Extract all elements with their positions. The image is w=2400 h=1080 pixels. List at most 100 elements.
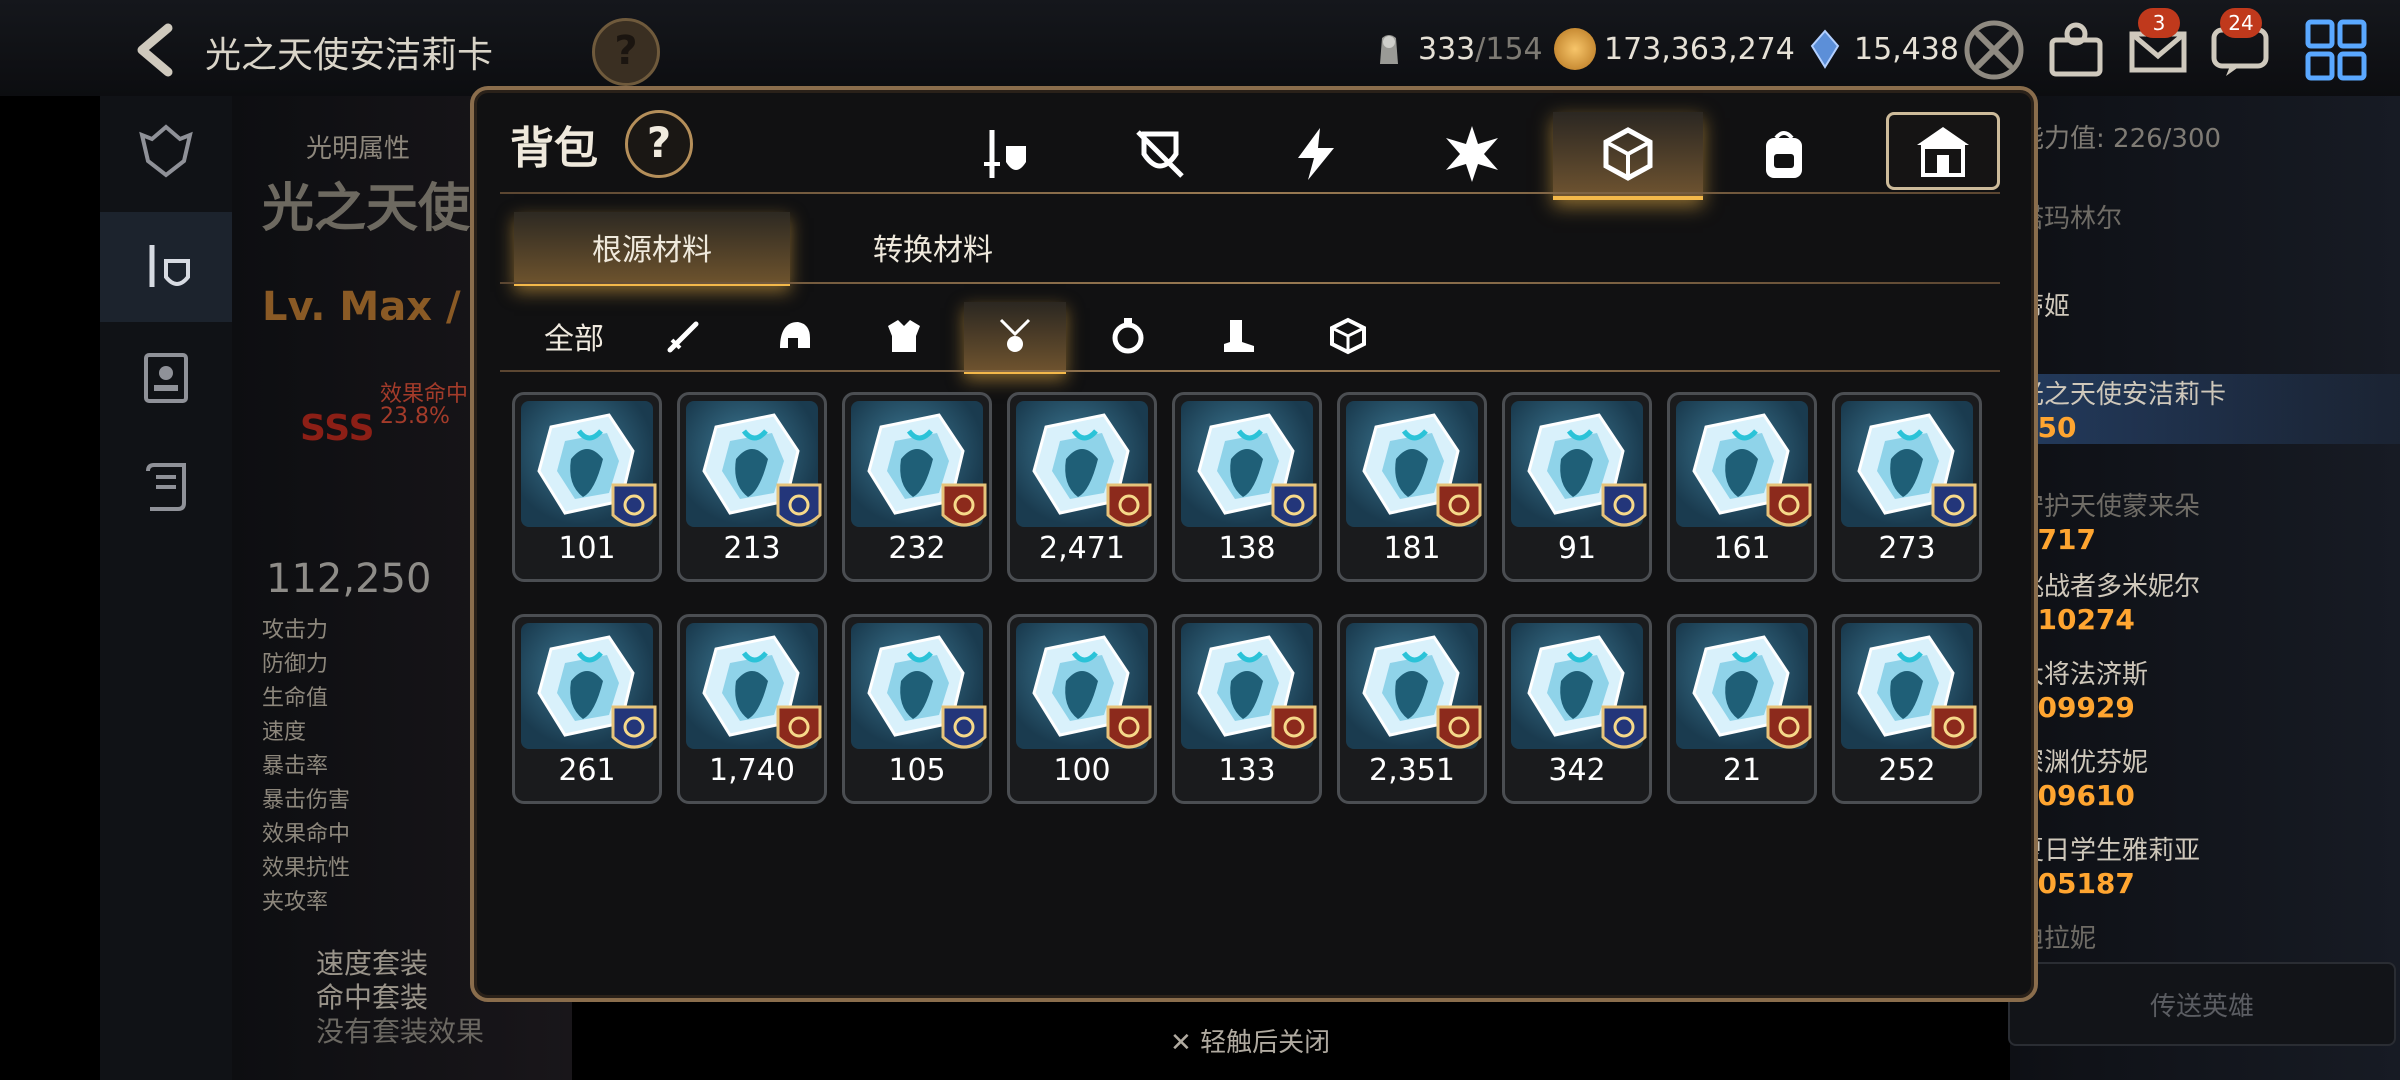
filter-ring[interactable] — [1084, 302, 1172, 370]
nav-equipment[interactable] — [100, 212, 232, 322]
roster-row[interactable]: 挑战者多米妮尔 110274 — [2018, 566, 2400, 636]
tab-break-gear[interactable] — [1085, 112, 1235, 196]
roster-row-selected[interactable]: 光之天使安洁莉卡 250 — [2018, 374, 2400, 444]
material-item[interactable]: 21 — [1667, 614, 1817, 804]
material-item[interactable]: 101 — [512, 392, 662, 582]
help-button[interactable]: ? — [592, 18, 660, 86]
defense-badge-icon — [776, 483, 822, 527]
material-item[interactable]: 1,740 — [677, 614, 827, 804]
necklace-icon — [999, 318, 1031, 352]
item-quantity: 213 — [723, 531, 781, 566]
mail-button[interactable]: 3 — [2122, 8, 2194, 86]
item-quantity: 1,740 — [709, 753, 795, 788]
filter-box[interactable] — [1304, 302, 1392, 370]
item-quantity: 181 — [1383, 531, 1441, 566]
material-item[interactable]: 105 — [842, 614, 992, 804]
stat-label: 暴击率 — [262, 754, 329, 779]
material-item[interactable]: 342 — [1502, 614, 1652, 804]
material-item[interactable]: 232 — [842, 392, 992, 582]
filter-armor[interactable] — [860, 302, 948, 370]
bag-help-button[interactable]: ? — [625, 110, 693, 178]
item-quantity: 232 — [888, 531, 946, 566]
ring-icon — [1112, 318, 1144, 354]
item-quantity: 261 — [558, 753, 616, 788]
material-item[interactable]: 161 — [1667, 392, 1817, 582]
material-item[interactable]: 138 — [1172, 392, 1322, 582]
tab-energy[interactable] — [1241, 112, 1391, 196]
critical-damage-badge-icon — [1106, 483, 1152, 527]
stat-label: 生命值 — [262, 686, 329, 711]
life-badge-icon — [1601, 483, 1647, 527]
material-item[interactable]: 133 — [1172, 614, 1322, 804]
main-menu-icon[interactable] — [2300, 14, 2372, 86]
tab-source-materials[interactable]: 根源材料 — [514, 212, 790, 286]
boots-icon — [1224, 320, 1254, 352]
divider — [500, 282, 2000, 284]
resist-badge-icon — [941, 705, 987, 749]
stat-list: 攻击力 防御力 生命值 速度 暴击率 暴击伤害 效果命中 效果抗性 夹攻率 — [262, 614, 350, 920]
gold-counter[interactable]: 173,363,274 — [1554, 24, 1795, 74]
effect-value: 23.8% — [380, 404, 450, 429]
nav-profile[interactable] — [100, 322, 232, 432]
backpack-icon — [1766, 131, 1802, 178]
helmet-icon — [780, 322, 810, 348]
roster-row[interactable]: 守护天使蒙来朵 1717 — [2018, 486, 2400, 556]
tab-bag-pack[interactable] — [1709, 112, 1859, 196]
item-quantity: 2,471 — [1039, 531, 1125, 566]
roster-row[interactable]: 蒂姬 — [2018, 286, 2400, 323]
tab-spark[interactable] — [1397, 112, 1547, 196]
attack-badge-icon — [1436, 483, 1482, 527]
roster-row[interactable]: 夏日学生雅莉亚 105187 — [2018, 830, 2400, 900]
material-item[interactable]: 2,471 — [1007, 392, 1157, 582]
material-item[interactable]: 261 — [512, 614, 662, 804]
material-item[interactable]: 100 — [1007, 614, 1157, 804]
immunity-badge-icon — [1436, 705, 1482, 749]
material-item[interactable]: 252 — [1832, 614, 1982, 804]
hero-attribute: 光明属性 — [306, 134, 411, 164]
speed-badge-icon — [611, 483, 657, 527]
item-quantity: 342 — [1548, 753, 1606, 788]
send-hero-button[interactable]: 传送英雄 — [2008, 962, 2396, 1046]
chat-button[interactable]: 24 — [2204, 8, 2276, 86]
item-quantity: 161 — [1713, 531, 1771, 566]
crest-icon — [139, 124, 193, 178]
filter-boots[interactable] — [1194, 302, 1282, 370]
tab-weapon-armor[interactable] — [929, 112, 1079, 196]
destruction-badge-icon — [1931, 705, 1977, 749]
filter-necklace[interactable] — [964, 302, 1066, 374]
storage-button[interactable] — [1886, 112, 2000, 190]
broken-shield-icon — [1136, 130, 1184, 178]
stat-label: 暴击伤害 — [262, 788, 351, 813]
filter-weapon[interactable] — [640, 302, 728, 370]
material-item[interactable]: 273 — [1832, 392, 1982, 582]
tap-to-close-hint[interactable]: ✕ 轻触后关闭 — [1170, 1022, 1330, 1059]
nav-hero-info[interactable] — [100, 96, 232, 206]
tab-material-box[interactable] — [1553, 112, 1703, 200]
auto-battle-icon[interactable] — [1958, 14, 2030, 86]
roster-row[interactable]: 塔玛林尔 — [2018, 198, 2400, 235]
stat-label: 攻击力 — [262, 618, 329, 643]
item-quantity: 91 — [1557, 531, 1597, 566]
filter-all[interactable]: 全部 — [528, 302, 620, 370]
roster-name: 挑战者多米妮尔 — [2018, 572, 2201, 602]
material-item[interactable]: 181 — [1337, 392, 1487, 582]
item-quantity: 100 — [1053, 753, 1111, 788]
tab-conversion-materials[interactable]: 转换材料 — [800, 212, 1066, 282]
hero-roster-icon[interactable] — [2040, 14, 2112, 86]
material-item[interactable]: 213 — [677, 392, 827, 582]
gold-value: 173,363,274 — [1604, 31, 1795, 67]
stat-label: 速度 — [262, 720, 307, 745]
accuracy-badge-icon — [1931, 483, 1977, 527]
close-icon: ✕ — [1170, 1028, 1192, 1058]
back-arrow-icon[interactable] — [128, 20, 188, 80]
filter-helmet[interactable] — [750, 302, 838, 370]
material-item[interactable]: 91 — [1502, 392, 1652, 582]
spiral-badge-icon — [1766, 705, 1812, 749]
roster-row[interactable]: 深渊优芬妮 109610 — [2018, 742, 2400, 812]
crystal-counter[interactable]: 15,438 — [1804, 24, 1959, 74]
roster-row[interactable]: 大将法济斯 109929 — [2018, 654, 2400, 724]
stamina-counter[interactable]: 333 /154 — [1368, 24, 1543, 74]
roster-row[interactable]: 迪拉妮 — [2018, 918, 2400, 955]
material-item[interactable]: 2,351 — [1337, 614, 1487, 804]
nav-story[interactable] — [100, 432, 232, 542]
